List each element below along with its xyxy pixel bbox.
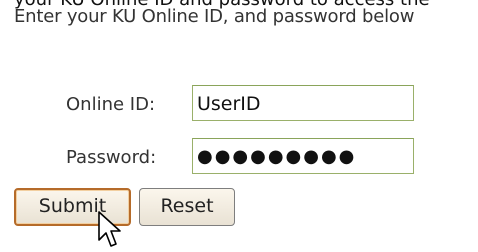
login-instructions: Enter your KU Online ID, and password be… — [14, 6, 415, 27]
password-label: Password: — [66, 147, 157, 168]
online-id-label: Online ID: — [66, 94, 156, 115]
reset-button[interactable]: Reset — [139, 188, 235, 226]
mouse-pointer-icon — [98, 211, 121, 247]
online-id-input[interactable]: UserID — [192, 85, 414, 121]
password-input[interactable]: ●●●●●●●●● — [192, 138, 414, 174]
